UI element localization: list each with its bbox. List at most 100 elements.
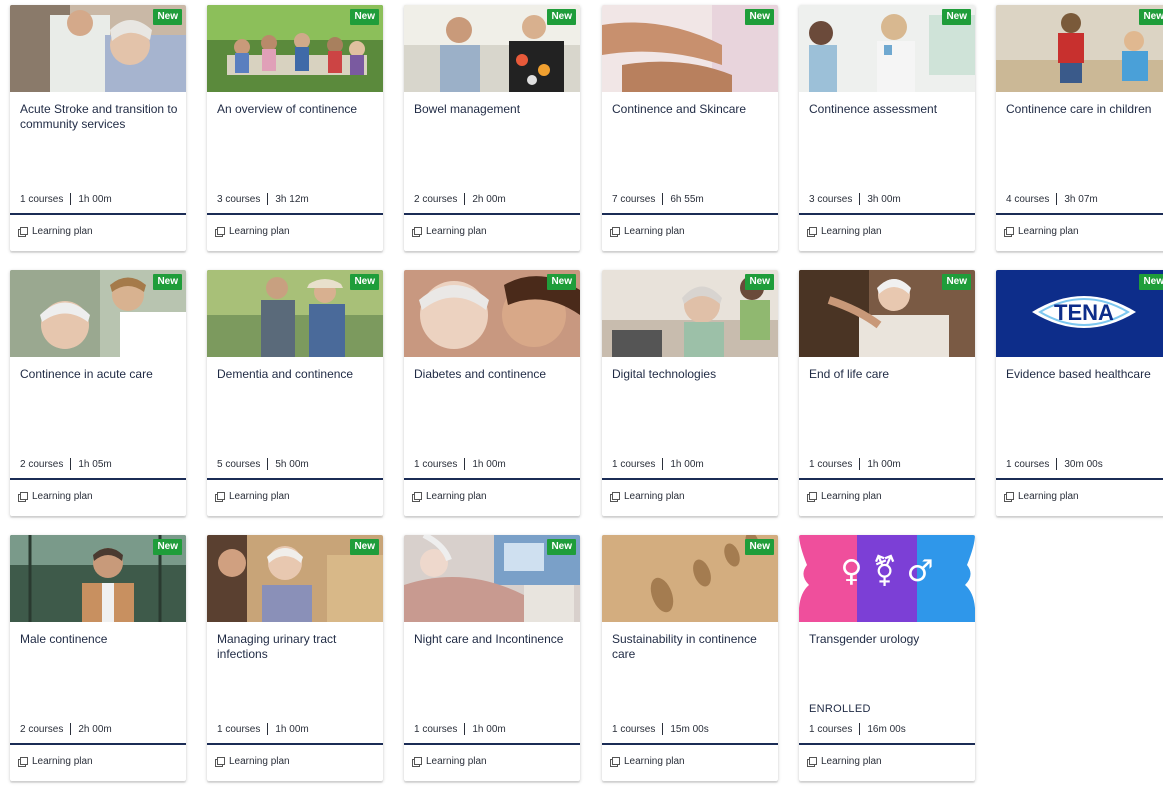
card-title[interactable]: Continence in acute care	[20, 367, 180, 382]
learning-plan-card[interactable]: New Continence and Skincare 7 courses 6h …	[602, 5, 778, 251]
learning-plan-card[interactable]: New Digital technologies 1 courses 1h 00m…	[602, 270, 778, 516]
card-title[interactable]: Acute Stroke and transition to community…	[20, 102, 180, 132]
card-thumbnail[interactable]: New	[10, 270, 186, 357]
learning-plan-card[interactable]: New Dementia and continence 5 courses 5h …	[207, 270, 383, 516]
duration: 1h 00m	[472, 458, 506, 470]
card-meta: 1 courses 1h 00m	[612, 458, 704, 470]
card-footer: Learning plan	[412, 226, 487, 237]
duration: 1h 05m	[78, 458, 112, 470]
learning-plan-icon	[807, 227, 817, 237]
learning-plan-card[interactable]: New Night care and Incontinence 1 course…	[404, 535, 580, 781]
enrolled-status: ENROLLED	[809, 703, 871, 715]
duration: 1h 00m	[78, 193, 112, 205]
card-title[interactable]: Male continence	[20, 632, 180, 647]
card-thumbnail[interactable]: New	[207, 535, 383, 622]
card-title[interactable]: Dementia and continence	[217, 367, 377, 382]
card-thumbnail[interactable]: New	[996, 5, 1163, 92]
course-count: 5 courses	[217, 458, 261, 470]
duration: 2h 00m	[78, 723, 112, 735]
card-footer: Learning plan	[18, 491, 93, 502]
card-meta: 1 courses 30m 00s	[1006, 458, 1103, 470]
learning-plan-label: Learning plan	[624, 756, 685, 767]
card-title[interactable]: Managing urinary tract infections	[217, 632, 377, 662]
card-title[interactable]: Night care and Incontinence	[414, 632, 574, 647]
learning-plan-icon	[1004, 227, 1014, 237]
card-footer: Learning plan	[1004, 491, 1079, 502]
card-thumbnail[interactable]: New	[602, 5, 778, 92]
card-divider	[799, 743, 975, 745]
meta-separator	[70, 193, 72, 205]
duration: 5h 00m	[275, 458, 309, 470]
card-thumbnail[interactable]: New	[404, 535, 580, 622]
card-meta: 2 courses 2h 00m	[20, 723, 112, 735]
learning-plan-icon	[610, 757, 620, 767]
card-title[interactable]: Continence assessment	[809, 102, 969, 117]
learning-plan-card[interactable]: New Sustainability in continence care 1 …	[602, 535, 778, 781]
card-title[interactable]: End of life care	[809, 367, 969, 382]
learning-plan-card[interactable]: New Diabetes and continence 1 courses 1h …	[404, 270, 580, 516]
learning-plan-card[interactable]: New An overview of continence 3 courses 3…	[207, 5, 383, 251]
card-thumbnail[interactable]: New	[10, 5, 186, 92]
learning-plan-icon	[807, 757, 817, 767]
card-divider	[10, 478, 186, 480]
card-title[interactable]: Bowel management	[414, 102, 574, 117]
learning-plan-card[interactable]: ♀ ⚧ ♂ Transgender urology ENROLLED 1 cou…	[799, 535, 975, 781]
card-thumbnail[interactable]: New	[404, 270, 580, 357]
card-meta: 2 courses 1h 05m	[20, 458, 112, 470]
card-title[interactable]: Transgender urology	[809, 632, 969, 647]
meta-separator	[859, 193, 861, 205]
card-title[interactable]: Evidence based healthcare	[1006, 367, 1163, 382]
learning-plan-card[interactable]: New End of life care 1 courses 1h 00m Lea…	[799, 270, 975, 516]
card-title[interactable]: Continence and Skincare	[612, 102, 772, 117]
meta-separator	[859, 723, 861, 735]
learning-plan-card[interactable]: New Continence assessment 3 courses 3h 00…	[799, 5, 975, 251]
meta-separator	[267, 458, 269, 470]
card-thumbnail[interactable]: New	[799, 5, 975, 92]
course-count: 4 courses	[1006, 193, 1050, 205]
card-title[interactable]: Continence care in children	[1006, 102, 1163, 117]
card-thumbnail[interactable]: ♀ ⚧ ♂	[799, 535, 975, 622]
learning-plan-label: Learning plan	[821, 756, 882, 767]
card-thumbnail[interactable]: TENA New	[996, 270, 1163, 357]
card-divider	[602, 213, 778, 215]
learning-plan-card[interactable]: New Acute Stroke and transition to commu…	[10, 5, 186, 251]
card-divider	[207, 478, 383, 480]
learning-plan-label: Learning plan	[1018, 226, 1079, 237]
learning-plan-card[interactable]: New Managing urinary tract infections 1 …	[207, 535, 383, 781]
learning-plan-card[interactable]: New Male continence 2 courses 2h 00m Lear…	[10, 535, 186, 781]
card-meta: 3 courses 3h 00m	[809, 193, 901, 205]
card-thumbnail[interactable]: New	[799, 270, 975, 357]
card-thumbnail[interactable]: New	[10, 535, 186, 622]
card-footer: Learning plan	[807, 491, 882, 502]
duration: 1h 00m	[472, 723, 506, 735]
learning-plan-label: Learning plan	[821, 491, 882, 502]
duration: 30m 00s	[1064, 458, 1103, 470]
learning-plan-card[interactable]: TENA New Evidence based healthcare 1 cou…	[996, 270, 1163, 516]
card-thumbnail[interactable]: New	[602, 535, 778, 622]
card-thumbnail[interactable]: New	[207, 5, 383, 92]
course-count: 2 courses	[414, 193, 458, 205]
card-thumbnail[interactable]: New	[602, 270, 778, 357]
card-footer: Learning plan	[18, 226, 93, 237]
card-footer: Learning plan	[1004, 226, 1079, 237]
learning-plan-card[interactable]: New Continence care in children 4 course…	[996, 5, 1163, 251]
card-title[interactable]: Diabetes and continence	[414, 367, 574, 382]
card-divider	[10, 743, 186, 745]
card-title[interactable]: Digital technologies	[612, 367, 772, 382]
course-count: 1 courses	[1006, 458, 1050, 470]
learning-plan-card[interactable]: New Bowel management 2 courses 2h 00m Lea…	[404, 5, 580, 251]
card-footer: Learning plan	[807, 756, 882, 767]
card-thumbnail[interactable]: New	[207, 270, 383, 357]
meta-separator	[267, 193, 269, 205]
new-badge: New	[547, 274, 576, 290]
card-divider	[207, 213, 383, 215]
card-title[interactable]: An overview of continence	[217, 102, 377, 117]
learning-plan-label: Learning plan	[229, 756, 290, 767]
card-title[interactable]: Sustainability in continence care	[612, 632, 772, 662]
card-divider	[602, 743, 778, 745]
card-thumbnail[interactable]: New	[404, 5, 580, 92]
new-badge: New	[1139, 274, 1163, 290]
card-footer: Learning plan	[807, 226, 882, 237]
learning-plan-card[interactable]: New Continence in acute care 2 courses 1h…	[10, 270, 186, 516]
duration: 15m 00s	[670, 723, 709, 735]
